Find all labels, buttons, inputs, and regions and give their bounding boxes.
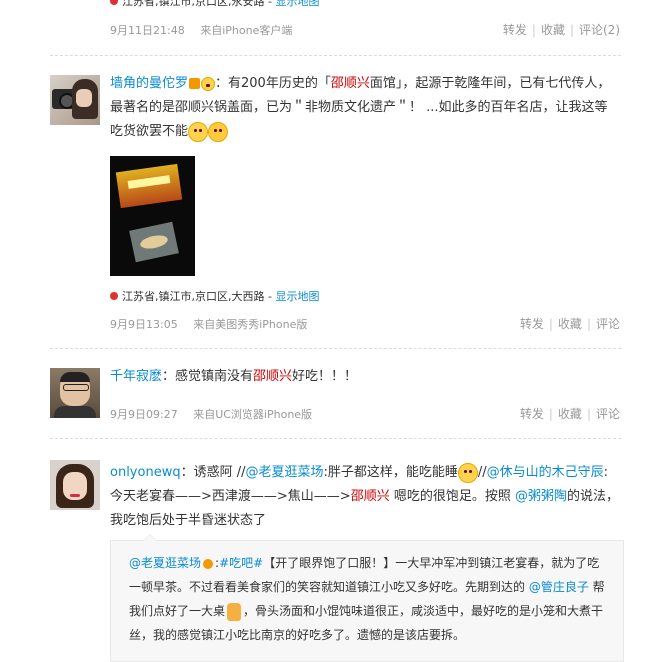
verified-badge-icon [203,558,214,569]
mention-link[interactable]: @管庄良子 [529,580,589,594]
post-time-link[interactable]: 9月9日09:27 [110,408,178,421]
grin-emoticon-icon [188,121,209,142]
favorite-button[interactable]: 收藏 [558,407,582,421]
repost-box: @老夏逛菜场:#吃吧#【开了眼界饱了口服！】一大早冲军冲到镇江老宴春，就为了吃一… [110,534,624,662]
post-text: 墙角的曼佗罗 ：有200年历史的「邵顺兴面馆」，起源于乾隆年间，已有七代传人，最著… [110,72,620,144]
mention-link[interactable]: @粥粥陶 [515,489,567,504]
favorite-button[interactable]: 收藏 [541,23,565,37]
location: 江苏省,镇江市,京口区,永安路 - 显示地图 [110,0,319,9]
avatar[interactable] [50,75,100,125]
post-meta: 9月11日21:48 来自iPhone客户端 [110,22,292,38]
divider [50,438,621,439]
post-text: onlyonewq：诱惑阿 //@老夏逛菜场:胖子都这样，能吃能睡//@休与山的… [110,461,620,533]
author-name[interactable]: 千年寂麽 [110,369,162,384]
highlight-keyword: 邵顺兴 [253,369,293,384]
highlight-keyword: 邵顺兴 [350,489,390,504]
post-image-thumbnail[interactable] [110,156,195,276]
post-meta: 9月9日09:27 来自UC浏览器iPhone版 [110,406,312,422]
show-map-link[interactable]: 显示地图 [275,290,319,303]
favorite-button[interactable]: 收藏 [558,317,582,331]
comment-button[interactable]: 评论 [596,407,620,421]
mention-link[interactable]: @老夏逛菜场 [245,465,323,480]
post-source[interactable]: 来自美图秀秀iPhone版 [193,318,307,331]
location: 江苏省,镇江市,京口区,大西路 - 显示地图 [110,290,319,304]
post-actions: 转发 | 收藏 | 评论 [519,317,620,331]
repost-button[interactable]: 转发 [520,317,544,331]
post-time-link[interactable]: 9月11日21:48 [110,24,185,37]
vip-badge-icon [189,78,201,89]
post-source[interactable]: 来自iPhone客户端 [200,24,292,37]
smile-emoticon-icon [201,76,216,91]
thumbs-up-emoticon-icon [227,602,242,621]
repost-text: @老夏逛菜场:#吃吧#【开了眼界饱了口服！】一大早冲军冲到镇江老宴春，就为了吃一… [129,556,605,642]
author-name[interactable]: 墙角的曼佗罗 [110,76,188,91]
comment-button[interactable]: 评论(2) [579,23,620,37]
mention-link[interactable]: @休与山的木己守辰 [487,465,604,480]
laugh-emoticon-icon [457,462,478,483]
post-actions: 转发 | 收藏 | 评论(2) [502,23,620,37]
repost-author-link[interactable]: @老夏逛菜场 [129,556,201,570]
author-name[interactable]: onlyonewq [110,465,181,480]
location-pin-icon [110,0,118,5]
highlight-keyword: 邵顺兴 [330,76,370,91]
blush-emoticon-icon [208,121,229,142]
location-pin-icon [110,292,118,300]
divider [50,348,621,349]
post-time-link[interactable]: 9月9日13:05 [110,318,178,331]
repost-button[interactable]: 转发 [520,407,544,421]
show-map-link[interactable]: 显示地图 [275,0,319,8]
divider [50,55,621,56]
avatar[interactable] [50,460,100,510]
post-meta: 9月9日13:05 来自美图秀秀iPhone版 [110,316,307,332]
repost-button[interactable]: 转发 [503,23,527,37]
post-source[interactable]: 来自UC浏览器iPhone版 [193,408,312,421]
post-text: 千年寂麽：感觉镇南没有邵顺兴好吃！！！ [110,369,358,384]
topic-link[interactable]: #吃吧# [219,556,263,570]
post-actions: 转发 | 收藏 | 评论 [519,407,620,421]
repost-arrow [143,534,157,541]
avatar[interactable] [50,368,100,418]
comment-button[interactable]: 评论 [596,317,620,331]
